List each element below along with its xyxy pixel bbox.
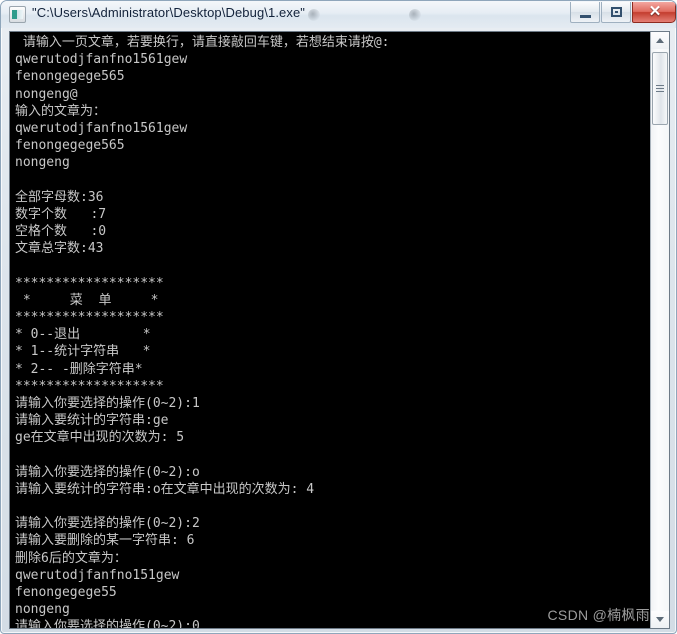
console-line: 请输入你要选择的操作(0~2):1: [15, 395, 200, 411]
console-line: qwerutodjfanfno151gew: [15, 567, 180, 583]
console-line: qwerutodjfanfno1561gew: [15, 120, 188, 136]
scroll-up-arrow-icon[interactable]: [651, 32, 669, 49]
minimize-icon: [580, 14, 591, 18]
maximize-button[interactable]: [601, 2, 631, 23]
console-app-icon: [9, 6, 26, 23]
console-line: 请输入你要选择的操作(0~2):o: [15, 464, 200, 480]
console-line: fenongegege565: [15, 69, 125, 85]
console-line: nongeng@: [15, 86, 78, 102]
console-line: * 0--退出 *: [15, 327, 151, 343]
close-icon: ✕: [648, 3, 662, 20]
console-line: * 2-- -删除字符串*: [15, 361, 143, 377]
console-line: *******************: [15, 310, 164, 325]
scroll-down-arrow-icon[interactable]: [651, 611, 669, 628]
console-line: 文章总字数:43: [15, 241, 104, 257]
title-smudge-left: [308, 9, 320, 21]
console-line: ge在文章中出现的次数为: 5: [15, 430, 185, 446]
console-line: 请输入要删除的某一字符串: 6: [15, 533, 195, 549]
console-client-area: 请输入一页文章，若要换行，请直接敲回车键，若想结束请按@: qwerutodjfa…: [9, 31, 670, 629]
triangle-up-icon: [656, 38, 664, 43]
vertical-scrollbar[interactable]: [650, 32, 669, 628]
console-line: 空格个数 :0: [15, 224, 107, 240]
scrollbar-thumb[interactable]: [652, 52, 668, 125]
console-line: * 菜 单 *: [15, 292, 159, 308]
console-line: fenongegege55: [15, 585, 117, 600]
console-line: fenongegege565: [15, 138, 125, 154]
console-line: * 1--统计字符串 *: [15, 344, 151, 360]
console-output[interactable]: 请输入一页文章，若要换行，请直接敲回车键，若想结束请按@: qwerutodjfa…: [10, 32, 650, 628]
scrollbar-grip-icon: [656, 85, 664, 92]
minimize-button[interactable]: [570, 2, 600, 23]
close-button[interactable]: ✕: [632, 2, 676, 23]
console-line: *******************: [15, 275, 164, 291]
console-app-icon-inner: [12, 10, 23, 19]
maximize-icon: [611, 7, 622, 17]
triangle-down-icon: [656, 617, 664, 622]
console-line: 请输入要统计的字符串:ge: [15, 413, 169, 429]
console-line: qwerutodjfanfno1561gew: [15, 52, 188, 68]
window-titlebar[interactable]: "C:\Users\Administrator\Desktop\Debug\1.…: [1, 1, 676, 28]
console-line: *******************: [15, 378, 164, 394]
console-line: 全部字母数:36: [15, 189, 104, 205]
csdn-watermark: CSDN @楠枫雨: [547, 607, 650, 623]
console-line: 输入的文章为：: [15, 103, 107, 119]
console-line: 请输入要统计的字符串:o在文章中出现的次数为: 4: [15, 481, 315, 497]
console-line: 请输入一页文章，若要换行，请直接敲回车键，若想结束请按@:: [15, 35, 390, 50]
console-window: "C:\Users\Administrator\Desktop\Debug\1.…: [0, 0, 677, 634]
console-line: 删除6后的文章为：: [15, 550, 127, 566]
window-title: "C:\Users\Administrator\Desktop\Debug\1.…: [32, 5, 306, 20]
console-line: 数字个数 :7: [15, 206, 107, 222]
console-line: 请输入你要选择的操作(0~2):2: [15, 516, 200, 532]
console-line: nongeng: [15, 155, 70, 171]
title-smudge-right: [409, 9, 421, 21]
